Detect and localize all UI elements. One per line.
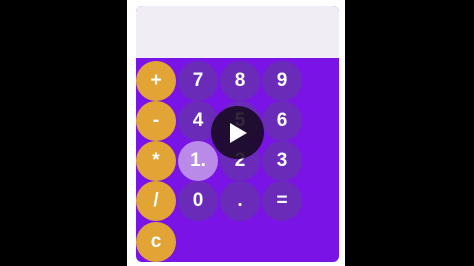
video-play-button[interactable]	[211, 106, 264, 159]
clear-button[interactable]: c	[136, 222, 176, 262]
minus-button[interactable]: -	[136, 101, 176, 141]
multiply-button[interactable]: *	[136, 141, 176, 181]
digit-0-button[interactable]: 0	[178, 181, 218, 221]
digit-6-button[interactable]: 6	[262, 101, 302, 141]
digit-9-button[interactable]: 9	[262, 61, 302, 101]
digit-8-button[interactable]: 8	[220, 61, 260, 101]
digit-3-button[interactable]: 3	[262, 141, 302, 181]
digit-1-button[interactable]: 1.	[178, 141, 218, 181]
decimal-point-button[interactable]: .	[220, 181, 260, 221]
plus-button[interactable]: +	[136, 61, 176, 101]
play-icon	[229, 122, 247, 143]
calculator-display	[136, 6, 339, 58]
equals-button[interactable]: =	[262, 181, 302, 221]
digit-7-button[interactable]: 7	[178, 61, 218, 101]
divide-button[interactable]: /	[136, 181, 176, 221]
